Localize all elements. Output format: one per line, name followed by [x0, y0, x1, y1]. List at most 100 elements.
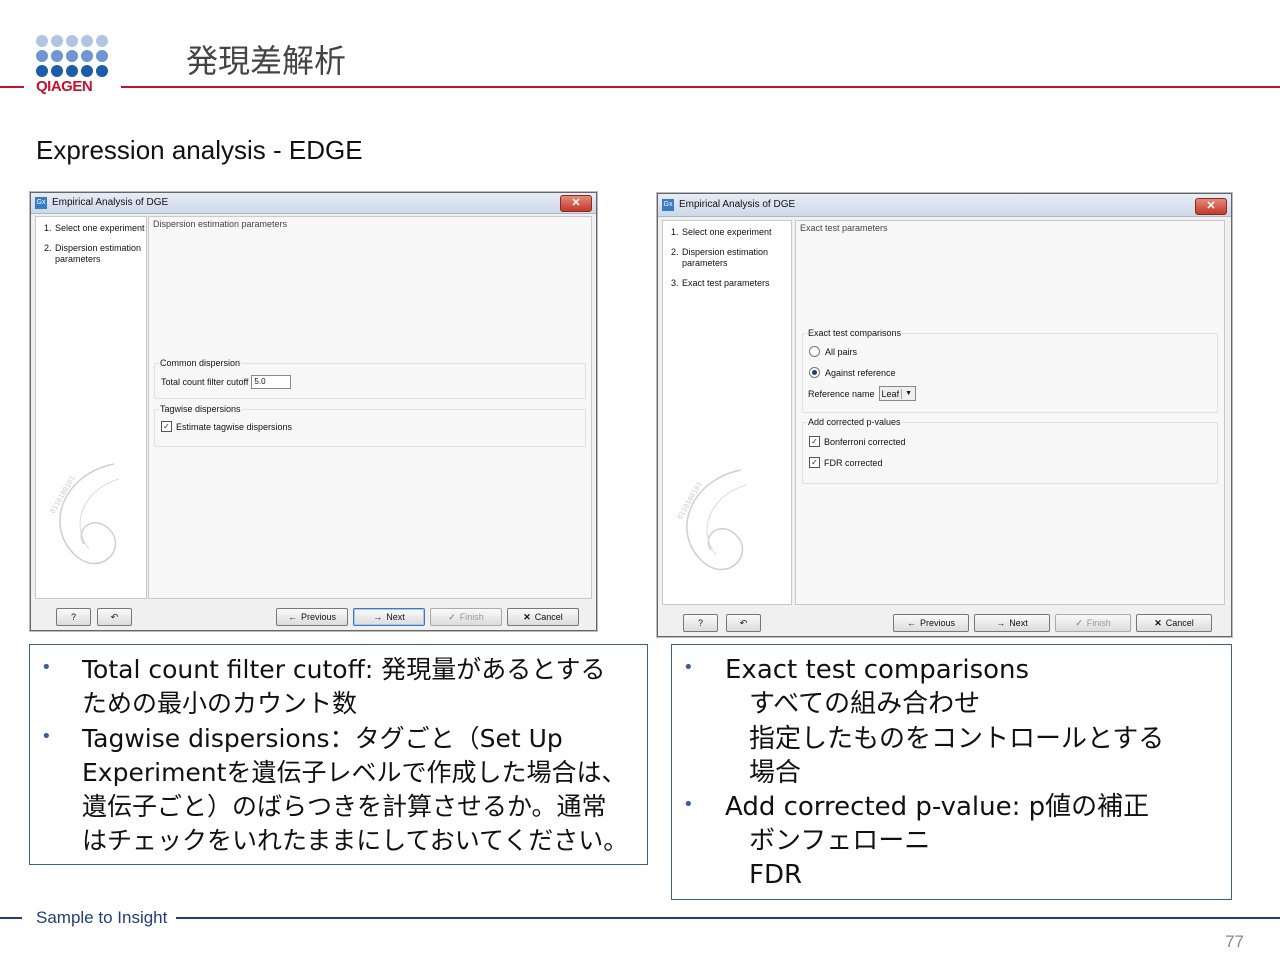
- note-line: すべての組み合わせ: [749, 689, 981, 719]
- header-rule-right: [121, 86, 1280, 88]
- bonferroni-checkbox[interactable]: ✓: [809, 436, 820, 447]
- notes-box-left: • • Total count filter cutoff: 発現量があるとする…: [29, 644, 648, 865]
- arrow-right-icon: →: [996, 618, 1006, 628]
- close-button[interactable]: ✕: [1195, 198, 1227, 215]
- bonferroni-checkbox-row[interactable]: ✓ Bonferroni corrected: [809, 436, 906, 447]
- decorative-swirl-icon: 0110100101: [49, 463, 120, 565]
- notes-box-right: • • Exact test comparisons すべての組み合わせ 指定し…: [671, 644, 1232, 900]
- arrow-right-icon: →: [373, 612, 383, 622]
- cutoff-label: Total count filter cutoff: [161, 377, 249, 387]
- panel-heading: Dispersion estimation parameters: [153, 219, 288, 229]
- fdr-checkbox[interactable]: ✓: [809, 457, 820, 468]
- finish-button[interactable]: ✓ Finish: [430, 608, 502, 626]
- note-line: Add corrected p-value: p値の補正: [725, 792, 1150, 822]
- button-bar: ? ↶ ← Previous → Next ✓ Finish ✕ Cancel: [658, 605, 1231, 636]
- dialog-exact-test: Gx Empirical Analysis of DGE ✕ 1. Select …: [657, 193, 1232, 637]
- cancel-button[interactable]: ✕ Cancel: [1136, 614, 1212, 632]
- corrected-pvalues-group: Add corrected p-values ✓ Bonferroni corr…: [802, 417, 1218, 484]
- wizard-step[interactable]: 1. Select one experiment: [671, 227, 791, 238]
- note-line: Exact test comparisons: [725, 655, 1030, 685]
- cancel-x-icon: ✕: [1154, 617, 1162, 628]
- footer-rule-left: [0, 917, 22, 919]
- help-button[interactable]: ?: [56, 608, 91, 626]
- group-label: Add corrected p-values: [807, 417, 902, 427]
- help-button[interactable]: ?: [683, 614, 718, 632]
- checkbox-label: Bonferroni corrected: [824, 436, 906, 447]
- header-rule-left: [0, 86, 24, 88]
- radio-label: All pairs: [825, 346, 858, 357]
- fdr-checkbox-row[interactable]: ✓ FDR corrected: [809, 457, 883, 468]
- dialog-titlebar: Gx Empirical Analysis of DGE ✕: [31, 193, 596, 214]
- cutoff-input[interactable]: 5.0: [251, 375, 292, 389]
- note-line: Tagwise dispersions：タグごと（Set Up: [82, 724, 563, 753]
- note-line: Experimentを遺伝子レベルで作成した場合は、: [82, 758, 627, 787]
- note-line: 場合: [749, 758, 802, 788]
- wizard-step[interactable]: 2. Dispersion estimation parameters: [44, 243, 146, 265]
- previous-button[interactable]: ← Previous: [893, 614, 969, 632]
- button-bar: ? ↶ ← Previous → Next ✓ Finish ✕ Cancel: [31, 599, 596, 630]
- arrow-left-icon: ←: [906, 618, 916, 628]
- radio-all-pairs[interactable]: [809, 346, 820, 357]
- wizard-step[interactable]: 1. Select one experiment: [44, 223, 146, 234]
- radio-against-reference-row[interactable]: Against reference: [809, 367, 896, 378]
- checkbox-label: FDR corrected: [824, 457, 883, 468]
- tagwise-checkbox[interactable]: ✓: [161, 421, 172, 432]
- checkbox-label: Estimate tagwise dispersions: [176, 421, 293, 432]
- page-number: 77: [1225, 932, 1244, 951]
- svg-text:0110100101: 0110100101: [49, 474, 77, 515]
- footer-tagline: Sample to Insight: [36, 908, 168, 927]
- bullet-icon: •: [41, 726, 52, 747]
- slide-title: 発現差解析: [186, 42, 347, 80]
- comparisons-group: Exact test comparisons All pairs Against…: [802, 328, 1218, 413]
- reset-button[interactable]: ↶: [726, 614, 761, 632]
- bullet-icon: •: [41, 657, 52, 678]
- next-button[interactable]: → Next: [353, 608, 425, 626]
- common-dispersion-group: Common dispersion Total count filter cut…: [154, 358, 586, 399]
- logo-text: QIAGEN: [36, 78, 93, 95]
- svg-text:0110100101: 0110100101: [676, 480, 704, 521]
- logo-dots: [36, 35, 112, 77]
- next-button[interactable]: → Next: [974, 614, 1050, 632]
- group-label: Tagwise dispersions: [159, 404, 242, 414]
- dropdown-arrow-icon: ▼: [905, 390, 913, 397]
- reset-button[interactable]: ↶: [97, 608, 132, 626]
- footer-rule-right: [176, 917, 1280, 919]
- group-label: Common dispersion: [159, 358, 242, 368]
- cancel-button[interactable]: ✕ Cancel: [507, 608, 579, 626]
- note-line: 遺伝子ごと）のばらつきを計算させるか。通常: [82, 792, 607, 821]
- panel-heading: Exact test parameters: [800, 223, 888, 233]
- tagwise-checkbox-row[interactable]: ✓ Estimate tagwise dispersions: [161, 421, 292, 432]
- group-label: Exact test comparisons: [807, 328, 903, 338]
- app-icon: Gx: [35, 197, 47, 209]
- slide-subtitle: Expression analysis - EDGE: [36, 135, 363, 165]
- note-line: 指定したものをコントロールとする: [749, 724, 1165, 754]
- finish-button[interactable]: ✓ Finish: [1055, 614, 1131, 632]
- note-line: FDR: [749, 860, 803, 890]
- previous-button[interactable]: ← Previous: [276, 608, 348, 626]
- bullet-icon: •: [683, 794, 694, 815]
- wizard-step[interactable]: 2. Dispersion estimation parameters: [671, 247, 786, 269]
- parameters-panel: Dispersion estimation parameters Common …: [148, 216, 592, 599]
- checkmark-icon: ✓: [448, 611, 456, 622]
- radio-all-pairs-row[interactable]: All pairs: [809, 346, 857, 357]
- note-line: Total count filter cutoff: 発現量があるとする: [82, 655, 606, 684]
- reference-name-dropdown[interactable]: Leaf ▼: [878, 386, 917, 401]
- wizard-step[interactable]: 3. Exact test parameters: [671, 278, 791, 289]
- dialog-dispersion: Gx Empirical Analysis of DGE ✕ 1. Select …: [30, 192, 597, 631]
- checkmark-icon: ✓: [1075, 617, 1083, 628]
- decorative-swirl-icon: 0110100101: [676, 469, 747, 571]
- bullet-icon: •: [683, 657, 694, 678]
- cancel-x-icon: ✕: [523, 611, 531, 622]
- dialog-title: Empirical Analysis of DGE: [52, 197, 169, 208]
- note-line: ボンフェローニ: [749, 826, 931, 856]
- wizard-steps: 1. Select one experiment 2. Dispersion est…: [35, 216, 147, 599]
- note-line: はチェックをいれたままにしておいてください。: [82, 826, 629, 855]
- app-icon: Gx: [662, 199, 674, 211]
- close-button[interactable]: ✕: [560, 195, 592, 212]
- parameters-panel: Exact test parameters Exact test compari…: [795, 220, 1225, 605]
- dialog-titlebar: Gx Empirical Analysis of DGE ✕: [658, 194, 1231, 217]
- radio-against-reference[interactable]: [809, 367, 820, 378]
- note-line: ための最小のカウント数: [82, 689, 358, 718]
- radio-label: Against reference: [825, 367, 896, 378]
- arrow-left-icon: ←: [287, 612, 297, 622]
